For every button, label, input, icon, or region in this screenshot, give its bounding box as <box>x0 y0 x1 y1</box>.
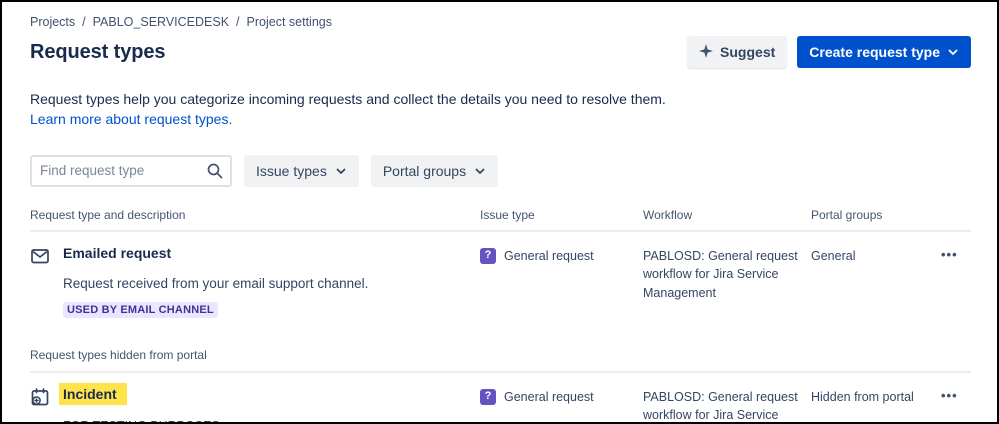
issue-types-dropdown-label: Issue types <box>256 162 327 179</box>
intro-section: Request types help you categorize incomi… <box>30 89 971 130</box>
suggest-button[interactable]: Suggest <box>687 36 788 68</box>
general-request-icon: ? <box>480 388 496 405</box>
table-row: Incident FOR TESTING PURPOSES ? General … <box>30 373 971 423</box>
request-type-name[interactable]: Incident <box>59 382 127 405</box>
portal-groups-cell: General <box>811 248 856 263</box>
suggest-button-label: Suggest <box>720 44 776 60</box>
mail-icon <box>30 246 50 266</box>
workflow-cell: PABLOSD: General request workflow for Ji… <box>643 389 798 423</box>
portal-groups-dropdown[interactable]: Portal groups <box>370 154 499 187</box>
request-type-description: Request received from your email support… <box>63 275 369 291</box>
chevron-down-icon <box>474 165 486 177</box>
workflow-cell: PABLOSD: General request workflow for Ji… <box>643 248 798 301</box>
column-header-portal-groups: Portal groups <box>811 207 883 222</box>
page-title: Request types <box>30 40 166 63</box>
email-channel-badge: USED BY EMAIL CHANNEL <box>63 301 218 318</box>
more-actions-button[interactable]: ••• <box>941 386 958 403</box>
request-type-description: FOR TESTING PURPOSES <box>63 419 472 422</box>
breadcrumb-separator: / <box>236 15 240 29</box>
filter-bar: Issue types Portal groups <box>30 154 971 187</box>
row-actions-cell: ••• <box>941 245 971 264</box>
app-window: Projects / PABLO_SERVICEDESK / Project s… <box>0 0 999 424</box>
incident-icon <box>30 387 50 407</box>
issue-type-cell: ? General request <box>480 386 635 407</box>
intro-description: Request types help you categorize incomi… <box>30 91 666 107</box>
sparkle-icon <box>699 43 714 61</box>
portal-groups-cell: Hidden from portal <box>811 389 914 404</box>
chevron-down-icon <box>335 165 347 177</box>
breadcrumb-project[interactable]: PABLO_SERVICEDESK <box>93 15 229 29</box>
portal-groups-dropdown-label: Portal groups <box>382 162 467 179</box>
create-request-type-label: Create request type <box>809 44 940 60</box>
table-row: Emailed request Request received from yo… <box>30 232 971 318</box>
request-types-table: Request type and description Issue type … <box>30 208 971 423</box>
column-header-issue-type: Issue type <box>480 207 535 222</box>
learn-more-link[interactable]: Learn more about request types. <box>30 111 232 127</box>
issue-type-cell: ? General request <box>480 245 635 266</box>
request-type-name[interactable]: Emailed request <box>63 245 171 261</box>
breadcrumb: Projects / PABLO_SERVICEDESK / Project s… <box>30 15 971 29</box>
column-header-request-type: Request type and description <box>30 207 186 222</box>
breadcrumb-project-settings[interactable]: Project settings <box>247 15 332 29</box>
page-header: Request types Suggest Create request typ… <box>30 36 971 68</box>
issue-types-dropdown[interactable]: Issue types <box>244 154 359 187</box>
create-request-type-button[interactable]: Create request type <box>797 36 971 68</box>
issue-type-label: General request <box>504 248 594 263</box>
request-type-cell: Incident FOR TESTING PURPOSES <box>30 382 472 422</box>
request-type-cell: Emailed request Request received from yo… <box>30 245 472 318</box>
breadcrumb-projects[interactable]: Projects <box>30 15 75 29</box>
general-request-icon: ? <box>480 247 496 264</box>
issue-type-label: General request <box>504 389 594 404</box>
column-header-actions <box>941 208 971 222</box>
search-field-wrapper <box>30 154 232 187</box>
search-input[interactable] <box>30 154 232 187</box>
column-header-workflow: Workflow <box>643 207 693 222</box>
hidden-section-label: Request types hidden from portal <box>30 348 971 373</box>
table-header-row: Request type and description Issue type … <box>30 208 971 232</box>
chevron-down-icon <box>947 46 959 58</box>
more-actions-button[interactable]: ••• <box>941 245 958 262</box>
breadcrumb-separator: / <box>82 15 86 29</box>
row-actions-cell: ••• <box>941 386 971 405</box>
